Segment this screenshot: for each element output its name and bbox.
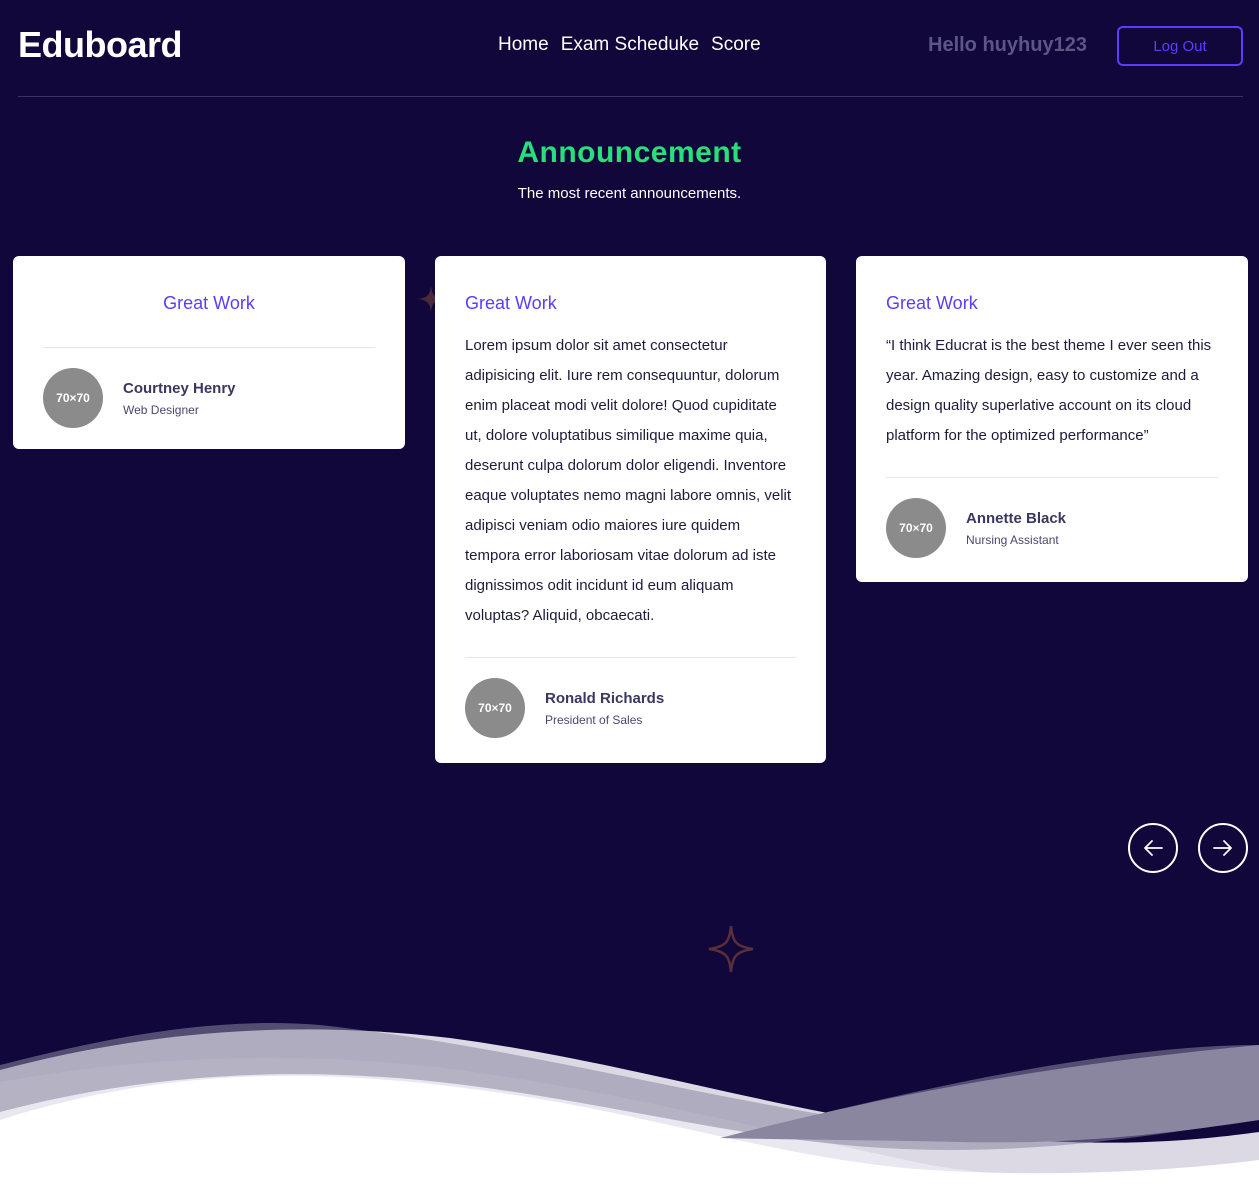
sparkle-icon (708, 925, 754, 973)
top-header: Eduboard Home Exam Scheduke Score Hello … (0, 0, 1259, 97)
card-author: 70×70 Ronald Richards President of Sales (465, 678, 796, 738)
announcement-card: Great Work “I think Educrat is the best … (856, 256, 1248, 582)
author-role: Nursing Assistant (966, 532, 1059, 547)
card-divider (886, 477, 1218, 478)
nav-home[interactable]: Home (498, 34, 549, 56)
card-divider (43, 347, 375, 348)
section-title: Announcement (517, 136, 742, 169)
brand-logo[interactable]: Eduboard (18, 24, 183, 66)
nav-exam-schedule[interactable]: Exam Scheduke (561, 34, 699, 56)
card-author: 70×70 Annette Black Nursing Assistant (886, 498, 1218, 558)
author-name: Ronald Richards (545, 689, 665, 707)
avatar: 70×70 (43, 368, 103, 428)
logout-button[interactable]: Log Out (1117, 26, 1243, 66)
card-text: Lorem ipsum dolor sit amet consectetur a… (465, 337, 792, 624)
avatar: 70×70 (465, 678, 525, 738)
card-text: “I think Educrat is the best theme I eve… (886, 337, 1212, 444)
nav-score[interactable]: Score (711, 34, 761, 56)
header-divider (18, 96, 1243, 97)
arrow-left-icon (1144, 840, 1163, 856)
announcement-card: Great Work Lorem ipsum dolor sit amet co… (435, 256, 826, 763)
carousel-prev-button[interactable] (1128, 823, 1178, 873)
announcement-card: Great Work 70×70 Courtney Henry Web Desi… (13, 256, 405, 449)
author-name: Courtney Henry (123, 379, 236, 397)
user-greeting: Hello huyhuy123 (928, 34, 1087, 56)
card-title: Great Work (886, 293, 978, 313)
footer-wave-decoration (0, 1023, 1259, 1192)
card-divider (465, 657, 796, 658)
main-nav: Home Exam Scheduke Score (498, 34, 761, 56)
avatar: 70×70 (886, 498, 946, 558)
card-title: Great Work (163, 293, 255, 313)
card-title: Great Work (465, 293, 557, 313)
carousel-next-button[interactable] (1198, 823, 1248, 873)
author-role: Web Designer (123, 402, 199, 417)
arrow-right-icon (1213, 840, 1232, 856)
section-subtitle: The most recent announcements. (517, 185, 742, 202)
card-author: 70×70 Courtney Henry Web Designer (43, 368, 375, 428)
author-role: President of Sales (545, 712, 643, 727)
author-name: Annette Black (966, 509, 1067, 527)
